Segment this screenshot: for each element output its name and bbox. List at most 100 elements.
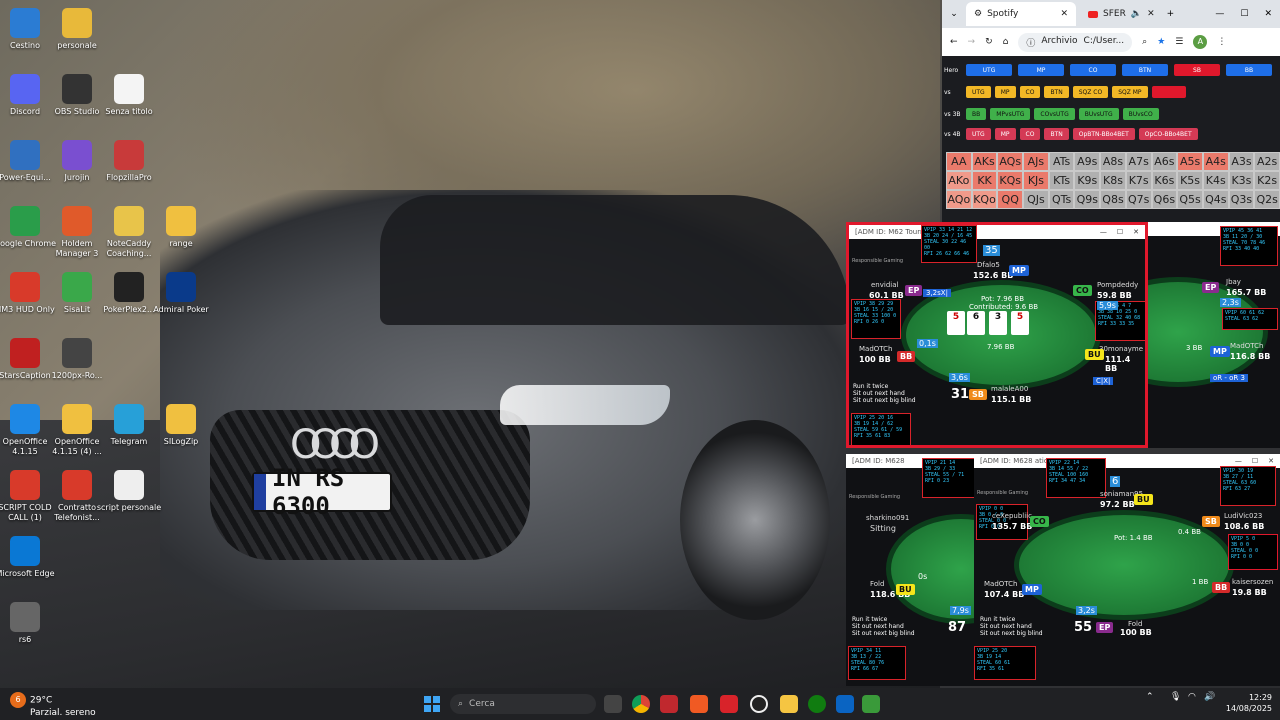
range-button[interactable]: MP bbox=[994, 128, 1016, 140]
close-tab-icon[interactable]: ✕ bbox=[1060, 9, 1068, 19]
hand-cell[interactable]: QQ bbox=[997, 190, 1024, 209]
hand-cell[interactable]: KK bbox=[971, 171, 998, 190]
chrome-icon[interactable] bbox=[632, 695, 650, 713]
hand-cell[interactable]: K6s bbox=[1151, 171, 1178, 190]
hero-position-button[interactable]: SB bbox=[1174, 64, 1220, 76]
hand-cell[interactable]: A2s bbox=[1254, 152, 1280, 171]
hand-cell[interactable]: KQs bbox=[997, 171, 1024, 190]
home-icon[interactable]: ⌂ bbox=[1003, 37, 1009, 47]
taskbar-search[interactable]: ⌕ Cerca bbox=[450, 694, 596, 714]
range-button[interactable]: SQZ MP bbox=[1112, 86, 1148, 98]
back-icon[interactable]: ← bbox=[950, 37, 958, 47]
range-button[interactable]: BTN bbox=[1044, 86, 1069, 98]
hero-position-button[interactable]: CO bbox=[1070, 64, 1116, 76]
bet-option[interactable]: oR - oR 3 bbox=[1210, 374, 1248, 382]
tab-spotify[interactable]: ⚙ Spotify ✕ bbox=[966, 2, 1076, 26]
hand-cell[interactable]: KJs bbox=[1023, 171, 1049, 190]
xbox-icon[interactable] bbox=[808, 695, 826, 713]
hand-cell[interactable]: Q7s bbox=[1125, 190, 1152, 209]
hand-cell[interactable]: A8s bbox=[1100, 152, 1126, 171]
start-windows-icon[interactable] bbox=[424, 696, 440, 712]
hand-cell[interactable]: A6s bbox=[1151, 152, 1178, 171]
hand-cell[interactable]: Q9s bbox=[1074, 190, 1101, 209]
range-button[interactable]: UTG bbox=[966, 128, 991, 140]
close-window-icon[interactable]: ✕ bbox=[1264, 9, 1272, 19]
bookmark-star-icon[interactable]: ★ bbox=[1157, 37, 1165, 47]
poker-app-icon[interactable] bbox=[660, 695, 678, 713]
close-tab-icon[interactable]: ✕ bbox=[1147, 9, 1155, 19]
table-options[interactable]: Run it twice Sit out next hand Sit out n… bbox=[852, 616, 915, 637]
desktop-icon[interactable]: 1200px-Ro... bbox=[44, 338, 110, 381]
tab-second[interactable]: SFER 🔈 ✕ bbox=[1080, 2, 1163, 26]
bet-option[interactable]: 3,2sX| bbox=[923, 289, 951, 297]
desktop-icon[interactable]: FlopzillaPro bbox=[96, 140, 162, 183]
table-options[interactable]: Run it twice Sit out next hand Sit out n… bbox=[980, 616, 1043, 637]
desktop-icon[interactable]: SILogZip bbox=[148, 404, 214, 447]
range-button[interactable]: BTN bbox=[1044, 128, 1069, 140]
desktop-icon[interactable]: Admiral Poker bbox=[148, 272, 214, 315]
maximize-icon[interactable]: ☐ bbox=[1252, 457, 1258, 465]
new-tab-icon[interactable]: + bbox=[1167, 9, 1175, 19]
obs-icon[interactable] bbox=[750, 695, 768, 713]
hand-cell[interactable]: QTs bbox=[1048, 190, 1075, 209]
menu-icon[interactable]: ⋮ bbox=[1217, 37, 1226, 47]
range-button[interactable]: BB bbox=[966, 108, 987, 120]
desktop-icon[interactable]: Senza titolo bbox=[96, 74, 162, 117]
wifi-icon[interactable]: ◠ bbox=[1188, 692, 1196, 702]
hand-cell[interactable]: Q8s bbox=[1100, 190, 1126, 209]
desktop-icon[interactable]: range bbox=[148, 206, 214, 249]
minimize-icon[interactable]: — bbox=[1215, 9, 1224, 19]
range-button[interactable]: OpCO-BBo4BET bbox=[1138, 128, 1198, 140]
hand-cell[interactable]: KTs bbox=[1048, 171, 1075, 190]
hand-cell[interactable]: Q2s bbox=[1254, 190, 1280, 209]
bet-option[interactable]: C|X| bbox=[1093, 377, 1114, 385]
tray-chevron-icon[interactable]: ⌃ bbox=[1146, 692, 1154, 702]
brave-icon[interactable] bbox=[690, 695, 708, 713]
hero-position-button[interactable]: BB bbox=[1226, 64, 1272, 76]
hand-cell[interactable]: K4s bbox=[1202, 171, 1229, 190]
hand-cell[interactable]: AKs bbox=[971, 152, 998, 171]
range-button[interactable]: BUvsUTG bbox=[1078, 108, 1119, 120]
desktop-icon[interactable]: rs6 bbox=[0, 602, 58, 645]
hand-cell[interactable]: K7s bbox=[1125, 171, 1152, 190]
range-button[interactable]: MP bbox=[994, 86, 1016, 98]
weather-widget[interactable]: 6 29°C Parzial. sereno bbox=[10, 692, 96, 719]
hero-position-button[interactable]: UTG bbox=[966, 64, 1012, 76]
hand-cell[interactable]: Q6s bbox=[1151, 190, 1178, 209]
hand-cell[interactable]: A4s bbox=[1202, 152, 1229, 171]
table-options[interactable]: Run it twice Sit out next hand Sit out n… bbox=[853, 383, 916, 404]
address-bar[interactable]: ⓘ Archivio C:/User... bbox=[1018, 32, 1133, 52]
hand-cell[interactable]: AJs bbox=[1023, 152, 1049, 171]
range-button[interactable]: UTG bbox=[966, 86, 991, 98]
hand-cell[interactable]: A5s bbox=[1177, 152, 1203, 171]
hand-cell[interactable]: QJs bbox=[1023, 190, 1049, 209]
range-button[interactable]: CO bbox=[1019, 128, 1041, 140]
close-window-icon[interactable]: ✕ bbox=[1268, 457, 1274, 465]
microphone-icon[interactable]: 🎙 bbox=[1170, 692, 1181, 702]
avatar[interactable]: A bbox=[1193, 35, 1208, 49]
hand-cell[interactable]: K9s bbox=[1074, 171, 1101, 190]
extensions-icon[interactable]: ☰ bbox=[1175, 37, 1183, 47]
hand-cell[interactable]: AA bbox=[946, 152, 972, 171]
pokerplex-icon[interactable] bbox=[720, 695, 738, 713]
file-explorer-icon[interactable] bbox=[780, 695, 798, 713]
range-button[interactable]: BUvsCO bbox=[1122, 108, 1159, 120]
maximize-icon[interactable]: ☐ bbox=[1240, 9, 1248, 19]
minimize-icon[interactable]: — bbox=[1235, 457, 1242, 465]
range-button[interactable] bbox=[1151, 86, 1186, 98]
minimize-icon[interactable]: — bbox=[1100, 228, 1107, 236]
mute-icon[interactable]: 🔈 bbox=[1131, 9, 1142, 19]
hand-cell[interactable]: K5s bbox=[1177, 171, 1203, 190]
tab-list-icon[interactable]: ⌄ bbox=[946, 9, 962, 19]
hand-cell[interactable]: ATs bbox=[1048, 152, 1075, 171]
hand-cell[interactable]: AKo bbox=[946, 171, 972, 190]
task-view-icon[interactable] bbox=[604, 695, 622, 713]
range-button[interactable]: COvsUTG bbox=[1034, 108, 1075, 120]
reload-icon[interactable]: ↻ bbox=[985, 37, 993, 47]
hand-cell[interactable]: Q5s bbox=[1177, 190, 1203, 209]
range-button[interactable]: SQZ CO bbox=[1072, 86, 1109, 98]
hero-position-button[interactable]: MP bbox=[1018, 64, 1064, 76]
range-button[interactable]: CO bbox=[1019, 86, 1041, 98]
outlook-icon[interactable] bbox=[836, 695, 854, 713]
hero-position-button[interactable]: BTN bbox=[1122, 64, 1168, 76]
